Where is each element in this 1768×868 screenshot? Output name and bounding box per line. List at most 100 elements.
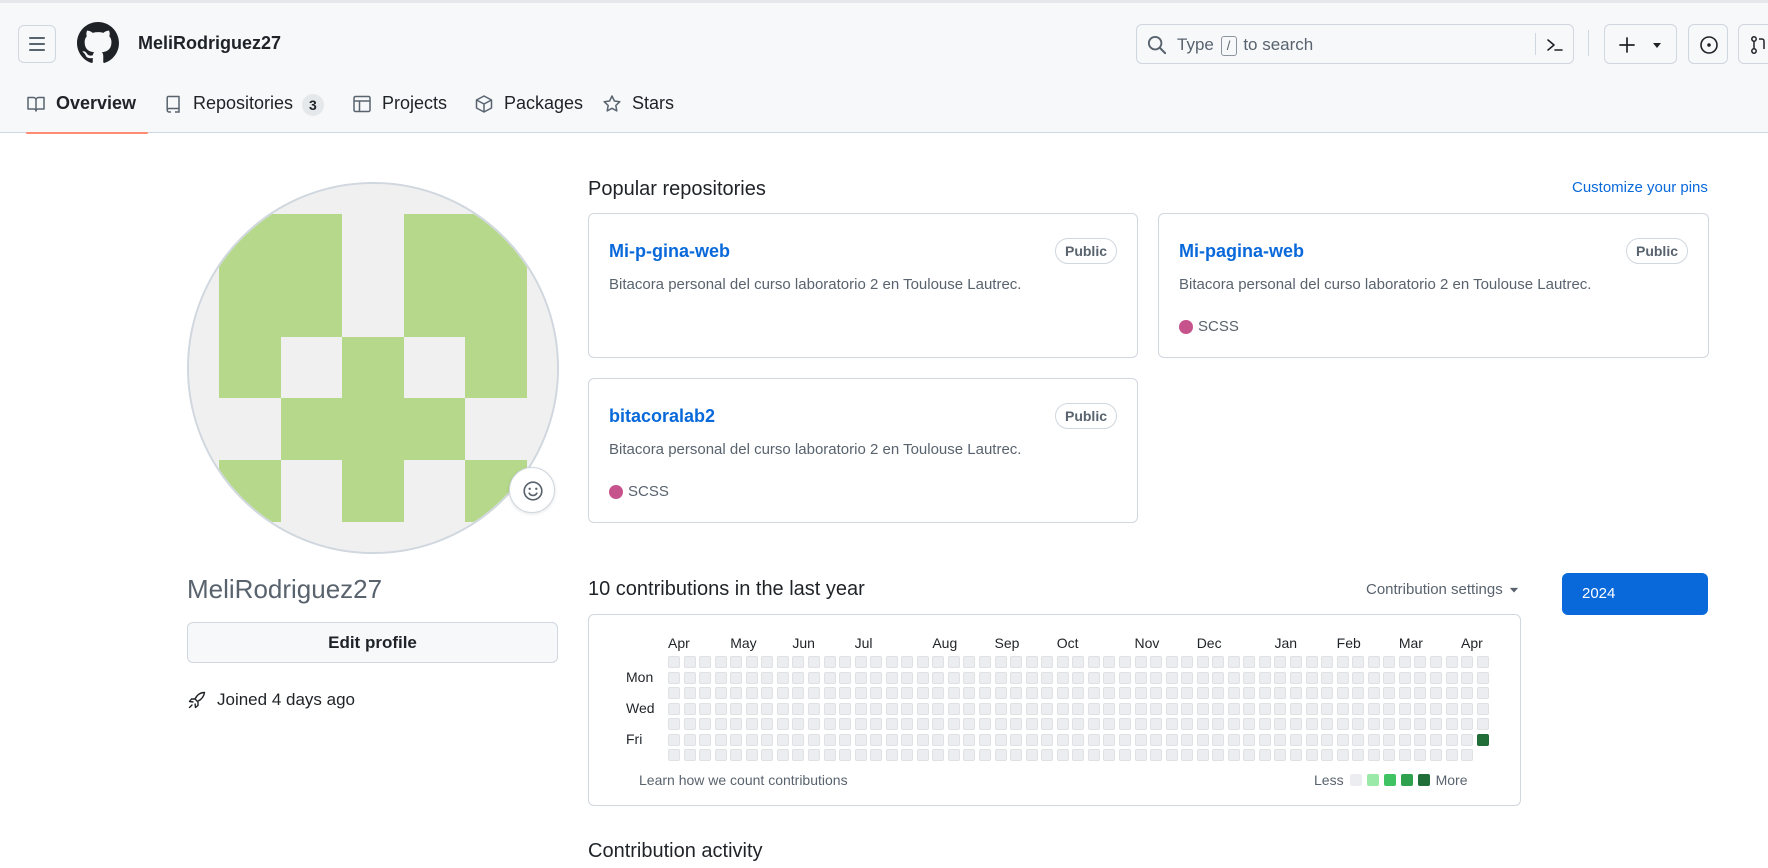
contribution-day-cell[interactable] bbox=[1258, 718, 1271, 731]
contribution-day-cell[interactable] bbox=[1056, 718, 1069, 731]
contribution-day-cell[interactable] bbox=[730, 656, 743, 668]
contribution-day-cell[interactable] bbox=[839, 718, 852, 731]
contribution-day-cell[interactable] bbox=[1165, 671, 1178, 684]
contribution-day-cell[interactable] bbox=[1025, 749, 1038, 762]
contribution-day-cell[interactable] bbox=[1321, 749, 1334, 762]
contribution-day-cell[interactable] bbox=[994, 687, 1007, 700]
contribution-day-cell[interactable] bbox=[1227, 733, 1240, 746]
contribution-day-cell[interactable] bbox=[730, 702, 743, 715]
hamburger-menu-button[interactable] bbox=[18, 25, 56, 63]
contribution-day-cell[interactable] bbox=[823, 718, 836, 731]
contribution-day-cell[interactable] bbox=[1025, 733, 1038, 746]
contribution-day-cell[interactable] bbox=[1290, 687, 1302, 700]
contribution-day-cell[interactable] bbox=[1103, 749, 1116, 762]
contribution-day-cell[interactable] bbox=[1041, 718, 1054, 731]
contribution-day-cell[interactable] bbox=[761, 671, 774, 684]
contribution-day-cell[interactable] bbox=[1476, 687, 1489, 700]
contribution-day-cell[interactable] bbox=[1087, 671, 1100, 684]
contribution-day-cell[interactable] bbox=[963, 656, 976, 668]
contribution-day-cell[interactable] bbox=[1212, 718, 1225, 731]
contribution-day-cell[interactable] bbox=[1243, 749, 1256, 762]
contribution-day-cell[interactable] bbox=[979, 749, 991, 762]
contribution-day-cell[interactable] bbox=[1321, 733, 1334, 746]
contribution-day-cell[interactable] bbox=[1165, 749, 1178, 762]
contribution-day-cell[interactable] bbox=[1383, 749, 1396, 762]
contribution-day-cell[interactable] bbox=[1290, 671, 1302, 684]
contribution-day-cell[interactable] bbox=[1336, 656, 1349, 668]
contribution-day-cell[interactable] bbox=[1150, 656, 1163, 668]
contribution-day-cell[interactable] bbox=[870, 656, 883, 668]
contribution-day-cell[interactable] bbox=[1398, 656, 1411, 668]
contribution-day-cell[interactable] bbox=[1181, 656, 1194, 668]
contribution-day-cell[interactable] bbox=[1258, 733, 1271, 746]
contribution-day-cell[interactable] bbox=[870, 702, 883, 715]
contribution-day-cell[interactable] bbox=[1134, 733, 1147, 746]
contribution-day-cell[interactable] bbox=[714, 749, 727, 762]
contribution-day-cell[interactable] bbox=[683, 656, 696, 668]
contribution-day-cell[interactable] bbox=[1321, 656, 1334, 668]
contribution-day-cell[interactable] bbox=[1025, 656, 1038, 668]
contribution-day-cell[interactable] bbox=[963, 749, 976, 762]
contribution-day-cell[interactable] bbox=[1274, 656, 1287, 668]
contribution-day-cell[interactable] bbox=[1041, 749, 1054, 762]
contribution-day-cell[interactable] bbox=[1429, 656, 1442, 668]
contribution-day-cell[interactable] bbox=[807, 671, 820, 684]
contribution-day-cell[interactable] bbox=[947, 702, 960, 715]
contribution-day-cell[interactable] bbox=[994, 656, 1007, 668]
contribution-day-cell[interactable] bbox=[1010, 749, 1023, 762]
contribution-day-cell[interactable] bbox=[932, 671, 945, 684]
contribution-day-cell[interactable] bbox=[807, 702, 820, 715]
contribution-day-cell[interactable] bbox=[1258, 749, 1271, 762]
contribution-day-cell[interactable] bbox=[1041, 733, 1054, 746]
contribution-day-cell[interactable] bbox=[994, 671, 1007, 684]
contribution-day-cell[interactable] bbox=[1383, 702, 1396, 715]
contribution-day-cell[interactable] bbox=[823, 671, 836, 684]
contribution-day-cell[interactable] bbox=[885, 733, 898, 746]
contribution-day-cell[interactable] bbox=[730, 687, 743, 700]
contribution-day-cell[interactable] bbox=[1258, 687, 1271, 700]
contribution-day-cell[interactable] bbox=[683, 749, 696, 762]
contribution-day-cell[interactable] bbox=[1336, 702, 1349, 715]
contribution-day-cell[interactable] bbox=[1414, 687, 1427, 700]
contribution-day-cell[interactable] bbox=[1041, 656, 1054, 668]
contribution-day-cell[interactable] bbox=[1025, 702, 1038, 715]
contribution-day-cell[interactable] bbox=[792, 656, 805, 668]
contribution-day-cell[interactable] bbox=[1352, 733, 1365, 746]
contribution-day-cell[interactable] bbox=[761, 702, 774, 715]
contribution-day-cell[interactable] bbox=[1290, 718, 1302, 731]
contribution-day-cell[interactable] bbox=[823, 656, 836, 668]
create-new-button[interactable] bbox=[1604, 24, 1677, 64]
contribution-day-cell[interactable] bbox=[761, 718, 774, 731]
contribution-day-cell[interactable] bbox=[1445, 718, 1458, 731]
contribution-day-cell[interactable] bbox=[901, 687, 914, 700]
contribution-day-cell[interactable] bbox=[1476, 733, 1489, 746]
contribution-day-cell[interactable] bbox=[1305, 733, 1318, 746]
contribution-day-cell[interactable] bbox=[745, 671, 758, 684]
contribution-day-cell[interactable] bbox=[1383, 687, 1396, 700]
contribution-day-cell[interactable] bbox=[1414, 656, 1427, 668]
contribution-day-cell[interactable] bbox=[1429, 687, 1442, 700]
contribution-day-cell[interactable] bbox=[854, 749, 867, 762]
contribution-day-cell[interactable] bbox=[1445, 687, 1458, 700]
contribution-day-cell[interactable] bbox=[683, 671, 696, 684]
command-palette-icon[interactable] bbox=[1545, 35, 1565, 55]
contribution-day-cell[interactable] bbox=[699, 656, 712, 668]
contribution-day-cell[interactable] bbox=[1072, 671, 1085, 684]
contribution-day-cell[interactable] bbox=[776, 687, 789, 700]
contribution-day-cell[interactable] bbox=[1336, 749, 1349, 762]
contribution-day-cell[interactable] bbox=[1476, 656, 1489, 668]
contribution-day-cell[interactable] bbox=[1103, 702, 1116, 715]
contribution-day-cell[interactable] bbox=[1243, 718, 1256, 731]
contribution-day-cell[interactable] bbox=[1383, 718, 1396, 731]
contribution-day-cell[interactable] bbox=[823, 702, 836, 715]
contribution-day-cell[interactable] bbox=[761, 687, 774, 700]
contribution-day-cell[interactable] bbox=[901, 718, 914, 731]
contribution-day-cell[interactable] bbox=[1165, 702, 1178, 715]
contribution-day-cell[interactable] bbox=[1150, 702, 1163, 715]
contribution-day-cell[interactable] bbox=[1398, 718, 1411, 731]
contribution-day-cell[interactable] bbox=[1274, 687, 1287, 700]
contribution-day-cell[interactable] bbox=[668, 718, 680, 731]
contribution-day-cell[interactable] bbox=[761, 656, 774, 668]
contribution-day-cell[interactable] bbox=[792, 702, 805, 715]
contribution-day-cell[interactable] bbox=[1274, 718, 1287, 731]
